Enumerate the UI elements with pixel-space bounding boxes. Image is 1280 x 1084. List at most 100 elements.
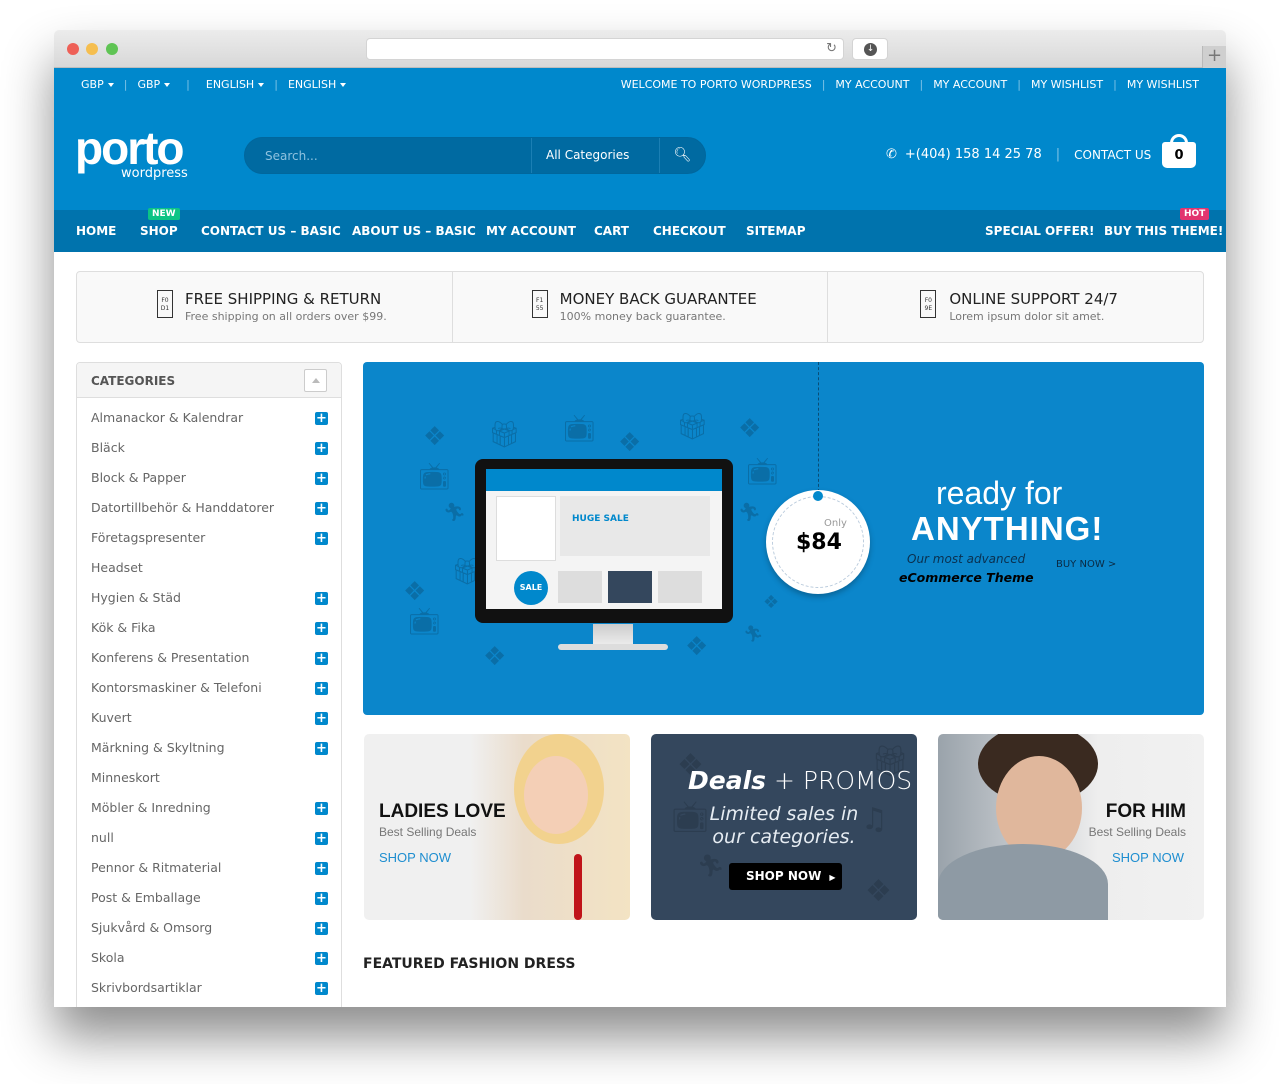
expand-plus-icon[interactable]: + [315, 502, 328, 515]
category-list: Almanackor & Kalendrar + Bläck + Block & Pap… [77, 408, 341, 1007]
search-input[interactable]: Search... [265, 149, 318, 163]
reload-icon[interactable]: ↻ [826, 41, 837, 57]
my-account-link[interactable]: MY ACCOUNT [933, 78, 1007, 91]
category-item[interactable]: Sjukvård & Omsorg + [77, 918, 341, 948]
expand-plus-icon[interactable]: + [315, 862, 328, 875]
hero-banner[interactable]: ❖ 🎁︎ 📺︎ ❖ 🎁︎ ❖ 📺︎ 📺︎ 🏃︎ 🎁︎ ❖ 📺︎ ❖ 🏃︎ ❖ ❖… [363, 362, 1204, 715]
expand-plus-icon[interactable]: + [315, 892, 328, 905]
collapse-toggle[interactable] [304, 369, 327, 392]
expand-plus-icon[interactable]: + [315, 532, 328, 545]
caret-down-icon [164, 83, 171, 87]
promo-ladies-love[interactable]: LADIES LOVE Best Selling Deals SHOP NOW [364, 734, 630, 920]
expand-plus-icon[interactable]: + [315, 622, 328, 635]
shop-now-link[interactable]: SHOP NOW [379, 850, 451, 865]
welcome-link[interactable]: WELCOME TO PORTO WORDPRESS [621, 78, 812, 91]
features-bar: F0 D1 FREE SHIPPING & RETURN Free shippi… [76, 271, 1204, 343]
nav-item-cart[interactable]: CART [594, 224, 629, 238]
category-item[interactable]: Pennor & Ritmaterial + [77, 858, 341, 888]
category-item[interactable]: null + [77, 828, 341, 858]
search-button[interactable]: 🔍︎ [659, 138, 705, 173]
nav-item-my-account[interactable]: MY ACCOUNT [486, 224, 576, 238]
model-shirt [938, 844, 1108, 920]
minimize-window-button[interactable] [86, 43, 98, 55]
mini-cart[interactable]: 0 [1162, 134, 1196, 168]
expand-plus-icon[interactable]: + [315, 802, 328, 815]
category-label: null [91, 830, 114, 845]
category-item[interactable]: Märkning & Skyltning + [77, 738, 341, 768]
tv-icon: 📺︎ [746, 457, 780, 487]
category-item[interactable]: Kontorsmaskiner & Telefoni + [77, 678, 341, 708]
my-wishlist-link[interactable]: MY WISHLIST [1127, 78, 1199, 91]
monitor-stand [593, 624, 633, 646]
site-logo[interactable]: porto wordpress [75, 122, 188, 181]
category-item[interactable]: Kuvert + [77, 708, 341, 738]
expand-plus-icon[interactable]: + [315, 682, 328, 695]
expand-plus-icon[interactable]: + [315, 922, 328, 935]
category-item[interactable]: Almanackor & Kalendrar + [77, 408, 341, 438]
category-label: Bläck [91, 440, 125, 455]
promo-deals[interactable]: ❖ 🎁︎ 📺︎ ♫ 🏃︎ ❖ Deals + PROMOS Limited sa… [651, 734, 917, 920]
category-item[interactable]: Datortillbehör & Handdatorer + [77, 498, 341, 528]
logo-text: porto [75, 122, 185, 174]
nav-item-checkout[interactable]: CHECKOUT [653, 224, 726, 238]
expand-plus-icon[interactable]: + [315, 712, 328, 725]
currency-switcher[interactable]: GBP [137, 78, 171, 91]
nav-item-shop[interactable]: NEW SHOP [140, 208, 180, 238]
new-tab-button[interactable]: + [1202, 46, 1226, 68]
category-label: Företagspresenter [91, 530, 206, 545]
cart-count: 0 [1162, 142, 1196, 168]
shop-now-link[interactable]: SHOP NOW [1112, 850, 1184, 865]
category-item[interactable]: Block & Papper + [77, 468, 341, 498]
expand-plus-icon[interactable]: + [315, 442, 328, 455]
language-label: ENGLISH [287, 78, 337, 91]
caret-right-icon: ▶ [829, 873, 836, 882]
category-item[interactable]: Konferens & Presentation + [77, 648, 341, 678]
nav-item-sitemap[interactable]: SITEMAP [746, 224, 806, 238]
close-window-button[interactable] [67, 43, 79, 55]
expand-plus-icon[interactable]: + [315, 472, 328, 485]
my-wishlist-link[interactable]: MY WISHLIST [1031, 78, 1103, 91]
nav-item-home[interactable]: HOME [76, 224, 116, 238]
nav-item-buy-this-theme[interactable]: HOT BUY THIS THEME! [1104, 208, 1223, 238]
category-select[interactable]: All Categories [531, 138, 661, 173]
category-item[interactable]: Företagspresenter + [77, 528, 341, 558]
buy-now-link[interactable]: BUY NOW > [1056, 559, 1116, 570]
category-item[interactable]: Headset [77, 558, 341, 588]
expand-plus-icon[interactable]: + [315, 592, 328, 605]
category-item[interactable]: Kök & Fika + [77, 618, 341, 648]
category-item[interactable]: Möbler & Inredning + [77, 798, 341, 828]
category-item[interactable]: Minneskort [77, 768, 341, 798]
category-item[interactable]: Bläck + [77, 438, 341, 468]
my-account-link[interactable]: MY ACCOUNT [835, 78, 909, 91]
nav-item-special-offer[interactable]: SPECIAL OFFER! [985, 224, 1095, 238]
shop-now-button[interactable]: SHOP NOW ▶ [729, 863, 842, 890]
expand-plus-icon[interactable]: + [315, 952, 328, 965]
downloads-button[interactable]: ↓ [852, 38, 888, 60]
nav-item-contact-us-basic[interactable]: CONTACT US – BASIC [201, 224, 341, 238]
language-switcher[interactable]: ENGLISH [287, 78, 347, 91]
maximize-window-button[interactable] [106, 43, 118, 55]
tv-icon: 📺︎ [408, 607, 442, 637]
category-item[interactable]: Post & Emballage + [77, 888, 341, 918]
expand-plus-icon[interactable]: + [315, 982, 328, 995]
category-item[interactable]: Skola + [77, 948, 341, 978]
expand-plus-icon[interactable]: + [315, 652, 328, 665]
address-bar[interactable]: ↻ [366, 38, 844, 60]
promo-for-him[interactable]: FOR HIM Best Selling Deals SHOP NOW [938, 734, 1204, 920]
nav-item-about-us-basic[interactable]: ABOUT US – BASIC [352, 224, 476, 238]
nav-label: ABOUT US – BASIC [352, 224, 476, 238]
screen-header [486, 469, 722, 491]
sidebar-header: CATEGORIES [77, 363, 341, 398]
contact-us-link[interactable]: CONTACT US [1074, 148, 1151, 162]
monitor-screen: HUGE SALE SALE [486, 469, 722, 609]
currency-switcher[interactable]: GBP [81, 78, 114, 91]
screen-tile [608, 571, 652, 603]
expand-plus-icon[interactable]: + [315, 832, 328, 845]
expand-plus-icon[interactable]: + [315, 412, 328, 425]
category-item[interactable]: Hygien & Städ + [77, 588, 341, 618]
category-item[interactable]: Skrivbordsartiklar + [77, 978, 341, 1007]
expand-plus-icon[interactable]: + [315, 742, 328, 755]
feature-title: MONEY BACK GUARANTEE [559, 290, 757, 308]
runner-icon: 🏃︎ [743, 624, 764, 643]
language-switcher[interactable]: ENGLISH [206, 78, 265, 91]
